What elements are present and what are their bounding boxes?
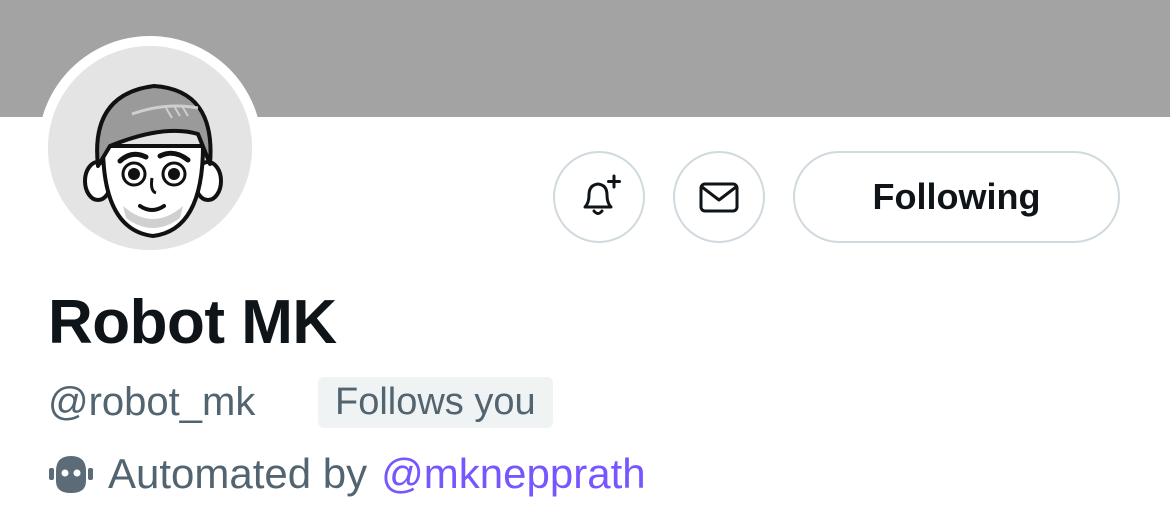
avatar-face-icon: [48, 46, 252, 250]
following-button[interactable]: Following: [793, 151, 1120, 243]
automated-by-label: Automated by: [108, 450, 368, 497]
notifications-button[interactable]: [553, 151, 645, 243]
user-handle: @robot_mk: [48, 380, 256, 424]
avatar-ring: [38, 36, 262, 260]
message-button[interactable]: [673, 151, 765, 243]
bell-plus-icon: [583, 174, 621, 215]
automated-by-link[interactable]: @mknepprath: [381, 446, 645, 502]
envelope-icon: [699, 182, 739, 213]
display-name: Robot MK: [48, 288, 337, 357]
bot-icon: [49, 456, 93, 493]
automated-by-row: Automated by @mknepprath: [48, 446, 646, 502]
follows-you-badge: Follows you: [318, 377, 553, 428]
avatar[interactable]: [48, 46, 252, 250]
